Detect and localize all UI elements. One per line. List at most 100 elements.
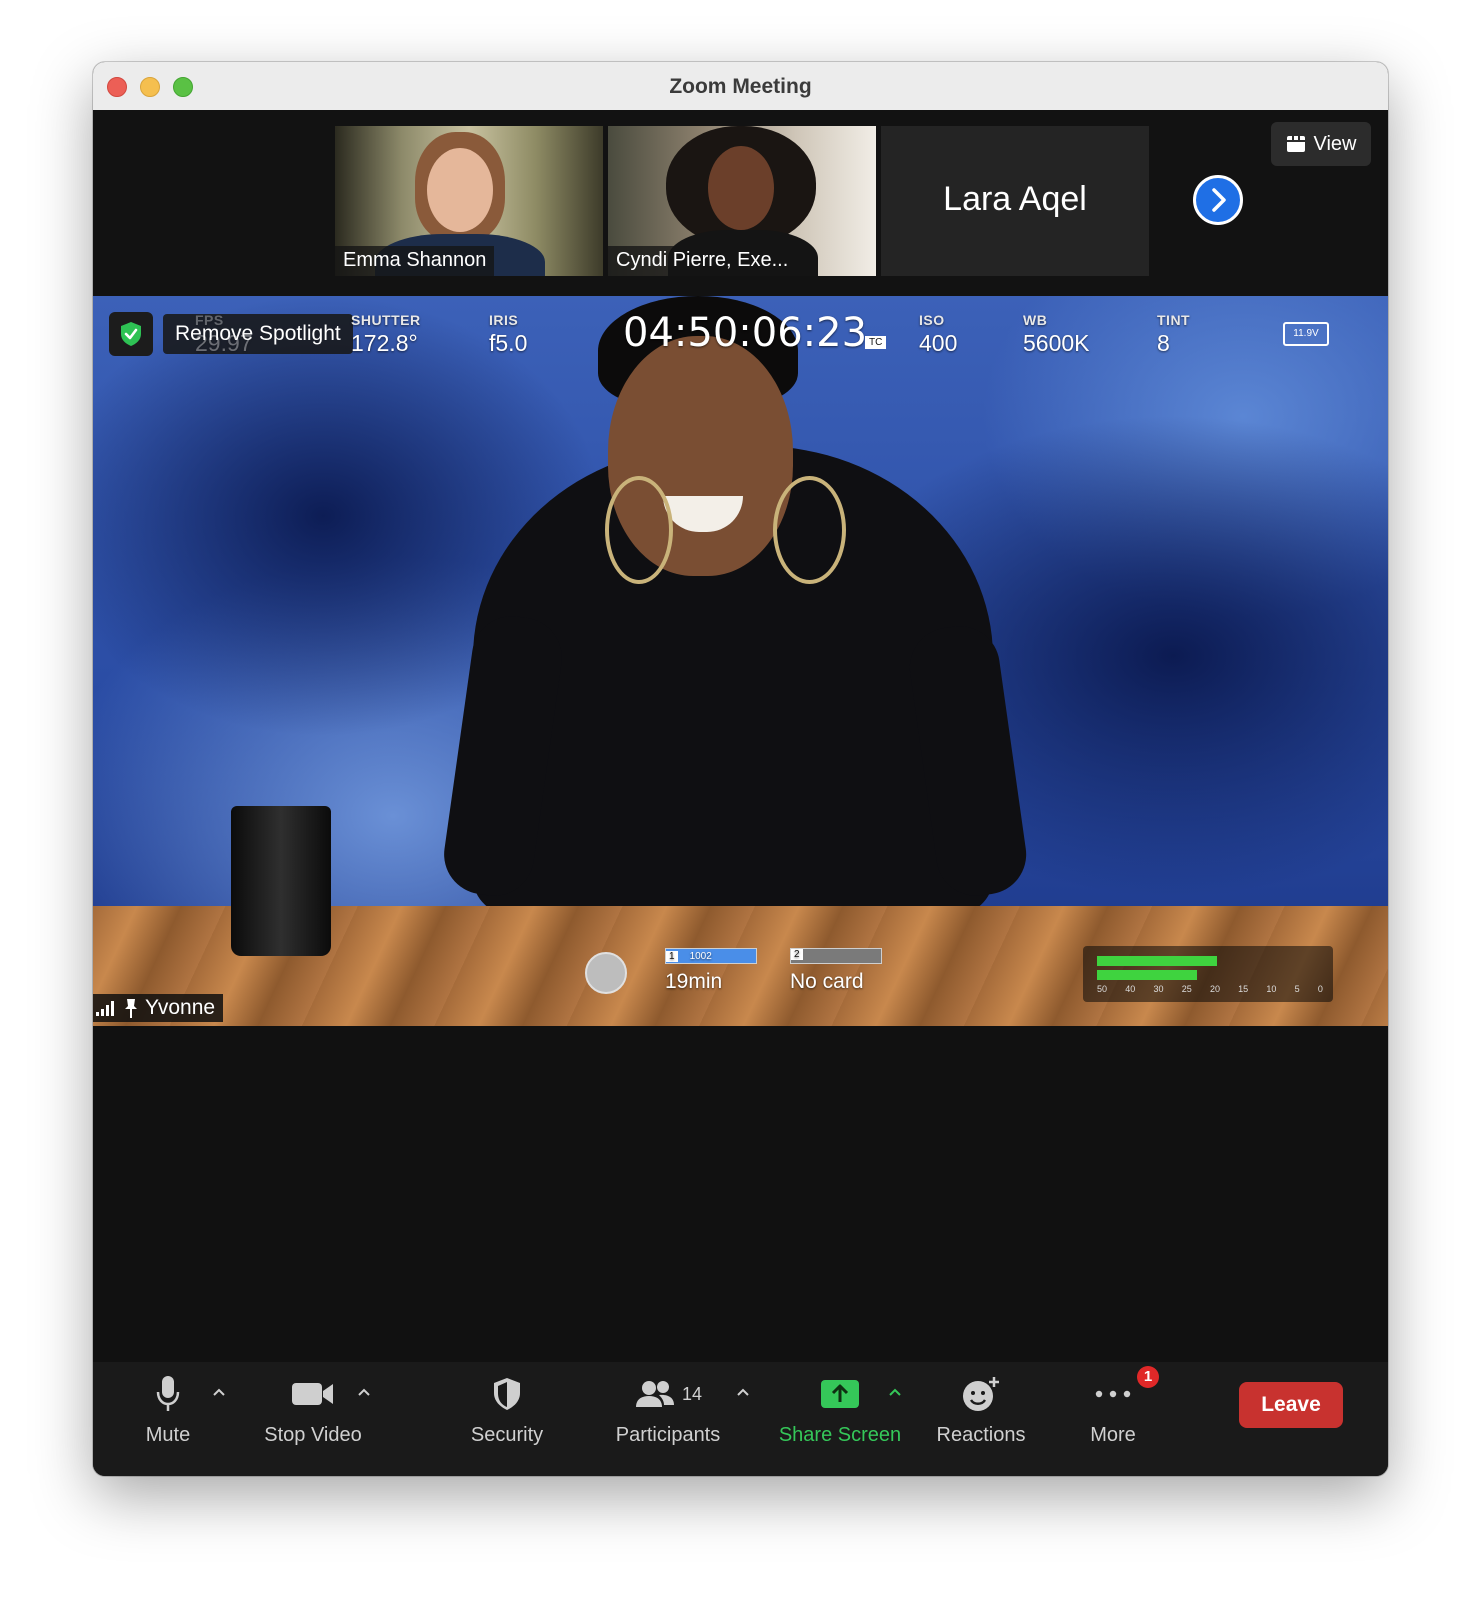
meter-tick: 40 [1125, 984, 1136, 994]
gallery-strip: Emma Shannon Cyndi Pierre, Exe... Lara A… [93, 110, 1388, 296]
meeting-toolbar: Mute Stop Video Security 14 Participants… [93, 1362, 1388, 1476]
people-icon [635, 1381, 674, 1407]
meter-tick: 5 [1294, 984, 1300, 994]
shield-check-icon [109, 312, 153, 356]
signal-strength-icon [96, 1001, 114, 1016]
hud-tint-label: TINT [1157, 312, 1191, 328]
earring-right [773, 476, 846, 584]
participants-button[interactable]: 14 Participants [608, 1362, 728, 1476]
participant-face [427, 148, 493, 232]
meter-tick: 10 [1266, 984, 1277, 994]
hud-timecode-tag: TC [865, 336, 887, 349]
record-button [585, 952, 627, 994]
security-shield-icon [491, 1372, 523, 1416]
security-label: Security [470, 1424, 544, 1446]
chevron-right-icon [1212, 188, 1226, 212]
hud-fps-value: 29.97 [195, 330, 253, 356]
share-options-caret-icon[interactable] [887, 1384, 903, 1400]
hud-tint-value: 8 [1157, 330, 1170, 356]
hud-wb-label: WB [1023, 312, 1048, 328]
hud-shutter: SHUTTER 172.8° [351, 312, 421, 357]
meter-tick: 30 [1153, 984, 1164, 994]
hud-iris-label: IRIS [489, 312, 519, 328]
participant-name: Emma Shannon [335, 246, 495, 276]
microphone-icon [154, 1372, 182, 1416]
share-screen-button[interactable]: Share Screen [775, 1362, 905, 1476]
hud-iris-value: f5.0 [489, 330, 528, 356]
ellipsis-icon [1093, 1372, 1133, 1416]
meter-tick: 15 [1238, 984, 1249, 994]
mute-label: Mute [145, 1424, 191, 1446]
share-screen-label: Share Screen [778, 1424, 902, 1446]
meter-tick: 20 [1209, 984, 1220, 994]
participant-tile-emma[interactable]: Emma Shannon [335, 126, 603, 276]
meter-tick: 25 [1181, 984, 1192, 994]
remove-spotlight-label: Remove Spotlight [163, 314, 353, 354]
hud-timecode: 04:50:06:23 [623, 310, 868, 356]
more-button[interactable]: More [1083, 1362, 1143, 1476]
participants-count: 14 [681, 1383, 703, 1404]
video-camera-icon [291, 1372, 335, 1416]
audio-meter-ticks: 50 40 30 25 20 15 10 5 0 [1097, 984, 1323, 994]
card-1-time: 19min [665, 970, 723, 993]
hud-fps-label: FPS [195, 312, 224, 328]
card-1-bar: 1 1002 [665, 948, 757, 964]
security-button[interactable]: Security [461, 1362, 553, 1476]
participants-label: Participants [615, 1424, 721, 1446]
meter-tick: 0 [1317, 984, 1323, 994]
card-1-bar-text: 1002 [689, 950, 712, 962]
participant-face [708, 146, 774, 230]
hud-iso: ISO 400 [919, 312, 957, 357]
coffee-mug [231, 806, 331, 956]
card-2-status: No card [790, 970, 864, 993]
hud-shutter-value: 172.8° [351, 330, 418, 356]
view-button[interactable]: View [1271, 122, 1371, 166]
participant-tile-cyndi[interactable]: Cyndi Pierre, Exe... [608, 126, 876, 276]
participant-tile-lara[interactable]: Lara Aqel [881, 126, 1149, 276]
hud-wb-value: 5600K [1023, 330, 1090, 356]
window-title: Zoom Meeting [669, 75, 812, 98]
stop-video-button[interactable]: Stop Video [258, 1362, 368, 1476]
card-2-number: 2 [791, 949, 803, 960]
more-label: More [1090, 1424, 1136, 1446]
meter-tick: 50 [1097, 984, 1108, 994]
title-bar: Zoom Meeting [93, 62, 1388, 111]
audio-options-caret-icon[interactable] [211, 1384, 227, 1400]
leave-button[interactable]: Leave [1239, 1382, 1343, 1428]
next-page-button[interactable] [1193, 175, 1243, 225]
view-label: View [1313, 132, 1357, 155]
participants-icon-group: 14 [634, 1372, 702, 1416]
hud-fps: FPS 29.97 [195, 312, 253, 357]
pin-icon [125, 999, 137, 1018]
hud-timecode-tag-text: TC [869, 337, 883, 348]
share-screen-icon [820, 1372, 860, 1416]
zoom-window: Zoom Meeting Emma Shannon Cyndi Pierre, … [93, 62, 1388, 1476]
video-options-caret-icon[interactable] [356, 1384, 372, 1400]
audio-meter-bar-2 [1097, 970, 1197, 980]
hud-tint: TINT 8 [1157, 312, 1190, 357]
mute-button[interactable]: Mute [133, 1362, 203, 1476]
audio-meter: 50 40 30 25 20 15 10 5 0 [1083, 946, 1333, 1002]
card-1-number: 1 [666, 950, 678, 962]
participants-options-caret-icon[interactable] [735, 1384, 751, 1400]
speaker-name-tag: Yvonne [93, 994, 224, 1022]
reactions-button[interactable]: Reactions [931, 1362, 1031, 1476]
earring-left [605, 476, 673, 584]
speaker-name: Yvonne [145, 996, 216, 1019]
hud-iso-value: 400 [919, 330, 958, 356]
card-2-bar: 2 [790, 948, 882, 964]
hud-wb: WB 5600K [1023, 312, 1090, 357]
card-slot-1: 1 1002 19min [665, 948, 757, 994]
grid-view-icon [1286, 136, 1305, 152]
battery-indicator: 11.9V [1283, 322, 1329, 346]
reactions-label: Reactions [936, 1424, 1026, 1446]
hud-shutter-label: SHUTTER [351, 312, 421, 328]
participant-name: Lara Aqel [943, 180, 1087, 218]
hud-iris: IRIS f5.0 [489, 312, 527, 357]
stop-video-label: Stop Video [264, 1424, 362, 1446]
hud-iso-label: ISO [919, 312, 945, 328]
spotlight-video[interactable]: Remove Spotlight FPS 29.97 SHUTTER 172.8… [93, 296, 1388, 1026]
card-slot-2: 2 No card [790, 948, 882, 994]
audio-meter-bar-1 [1097, 956, 1217, 966]
more-notification-badge: 1 [1137, 1366, 1159, 1388]
